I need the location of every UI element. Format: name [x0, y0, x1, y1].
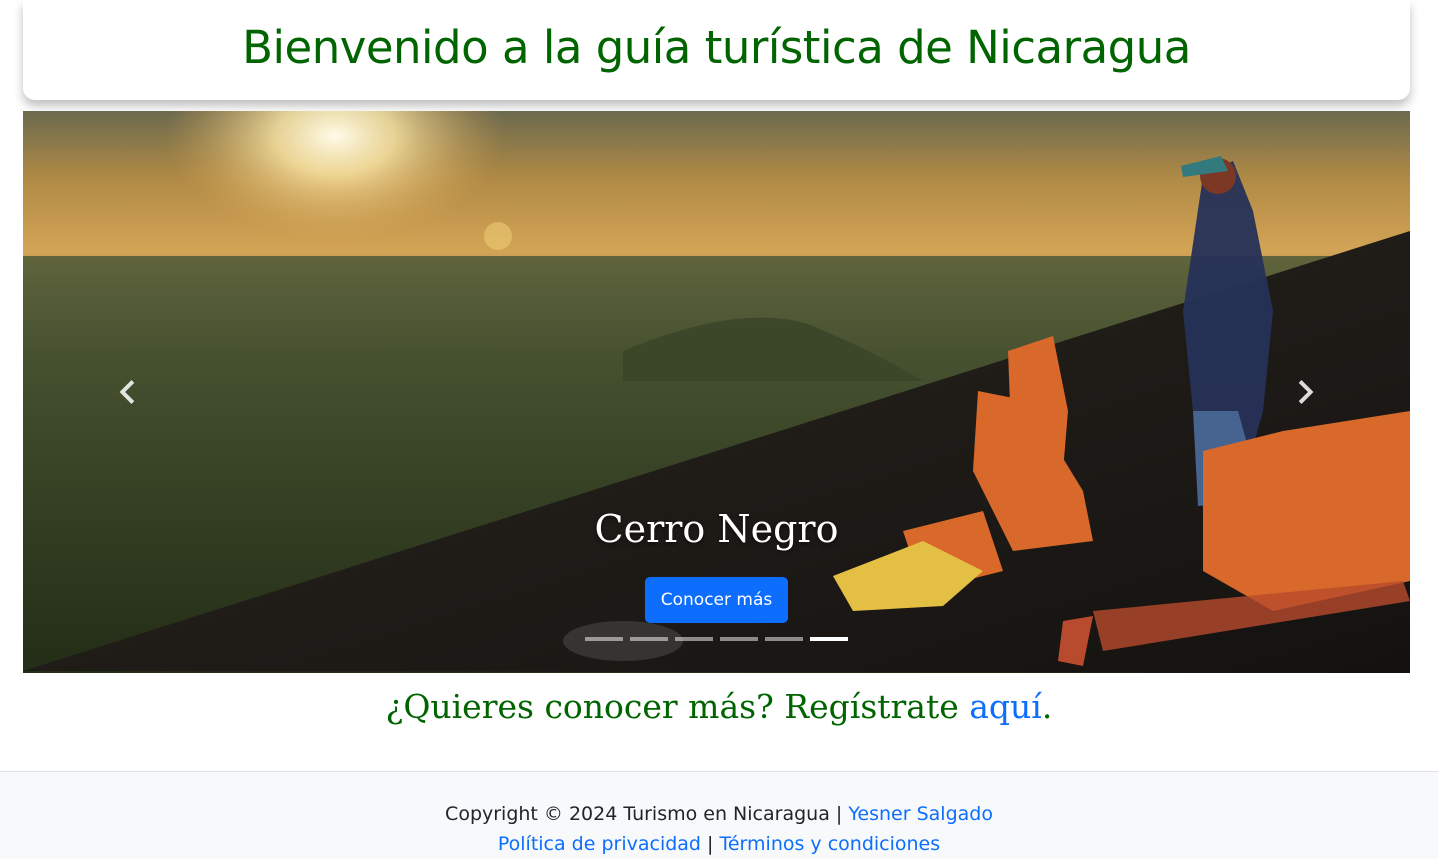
register-prompt-text: ¿Quieres conocer más? Regístrate [385, 687, 970, 726]
footer-copyright-line: Copyright © 2024 Turismo en Nicaragua | … [0, 772, 1438, 829]
terms-link[interactable]: Términos y condiciones [719, 833, 940, 855]
register-prompt: ¿Quieres conocer más? Regístrate aquí. [0, 684, 1438, 730]
chevron-left-icon [119, 380, 135, 404]
footer-separator: | [701, 833, 720, 855]
carousel-indicator[interactable] [630, 637, 668, 641]
privacy-policy-link[interactable]: Política de privacidad [498, 833, 701, 855]
carousel-indicator[interactable] [675, 637, 713, 641]
page-header: Bienvenido a la guía turística de Nicara… [23, 0, 1410, 100]
register-prompt-suffix: . [1041, 687, 1053, 726]
register-link[interactable]: aquí [969, 687, 1042, 726]
page-title: Bienvenido a la guía turística de Nicara… [242, 21, 1191, 74]
carousel-indicators [23, 637, 1410, 641]
chevron-right-icon [1298, 380, 1314, 404]
page-footer: Copyright © 2024 Turismo en Nicaragua | … [0, 771, 1438, 859]
author-link[interactable]: Yesner Salgado [848, 803, 993, 825]
carousel-indicator[interactable] [765, 637, 803, 641]
slide-title: Cerro Negro [594, 507, 839, 551]
carousel-indicator[interactable] [585, 637, 623, 641]
image-carousel: Cerro Negro Conocer más [23, 111, 1410, 673]
carousel-indicator-active[interactable] [810, 637, 848, 641]
copyright-text: Copyright © 2024 Turismo en Nicaragua | [445, 803, 849, 825]
learn-more-button[interactable]: Conocer más [644, 577, 789, 623]
slide-caption: Cerro Negro Conocer más [23, 504, 1410, 623]
carousel-indicator[interactable] [720, 637, 758, 641]
footer-legal-links: Política de privacidad | Términos y cond… [0, 829, 1438, 859]
